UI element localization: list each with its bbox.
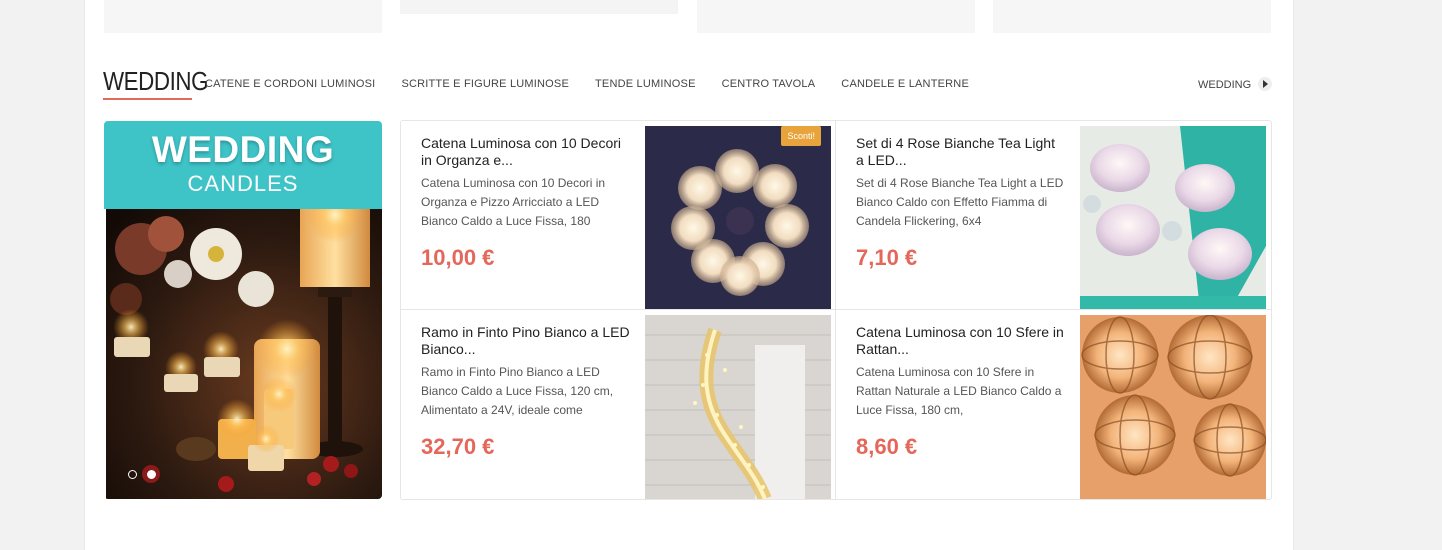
product-description: Set di 4 Rose Bianche Tea Light a LED Bi…: [856, 176, 1064, 228]
category-link-scritte[interactable]: SCRITTE E FIGURE LUMINOSE: [401, 78, 569, 90]
product-description: Ramo in Finto Pino Bianco a LED Bianco C…: [421, 365, 614, 417]
product-image[interactable]: [1080, 126, 1266, 309]
top-product-card[interactable]: [104, 0, 382, 33]
carousel-dot-2[interactable]: [147, 470, 156, 479]
category-link-centro-tavola[interactable]: CENTRO TAVOLA: [722, 78, 816, 90]
pine-branch-image: [645, 315, 831, 499]
category-link-tende[interactable]: TENDE LUMINOSE: [595, 78, 696, 90]
section-title-underline: [103, 98, 192, 100]
carousel-dot-1[interactable]: [128, 470, 137, 479]
promo-banner[interactable]: WEDDING CANDLES: [104, 121, 382, 499]
product-price: 32,70 €: [421, 434, 495, 459]
banner-candles-photo: [106, 209, 382, 499]
banner-subtitle: CANDLES: [187, 171, 299, 196]
product-price: 7,10 €: [856, 245, 918, 270]
product-title[interactable]: Set di 4 Rose Bianche Tea Light a LED...: [856, 135, 1066, 169]
product-image[interactable]: [1080, 315, 1266, 499]
view-all-link[interactable]: WEDDING: [1198, 77, 1273, 92]
category-nav: CATENE E CORDONI LUMINOSI SCRITTE E FIGU…: [205, 78, 995, 90]
organza-garland-image: [645, 126, 831, 309]
product-title[interactable]: Catena Luminosa con 10 Sfere in Rattan..…: [856, 324, 1066, 358]
banner-title: WEDDING: [151, 129, 335, 170]
top-product-card[interactable]: [400, 0, 678, 14]
discount-badge: Sconti!: [781, 126, 821, 146]
chevron-right-icon: [1258, 77, 1273, 91]
product-grid: Catena Luminosa con 10 Decori in Organza…: [400, 120, 1272, 500]
rose-tealights-image: [1080, 126, 1266, 309]
product-title[interactable]: Catena Luminosa con 10 Decori in Organza…: [421, 135, 631, 169]
product-card: Set di 4 Rose Bianche Tea Light a LED...…: [836, 121, 1270, 309]
product-price: 10,00 €: [421, 245, 495, 270]
view-all-label: WEDDING: [1198, 79, 1252, 91]
product-image[interactable]: Sconti!: [645, 126, 831, 309]
carousel-dots: [128, 470, 166, 479]
rattan-balls-image: [1080, 315, 1266, 499]
banner-header: WEDDING CANDLES: [104, 121, 382, 209]
product-card: Catena Luminosa con 10 Sfere in Rattan..…: [836, 310, 1270, 499]
product-price: 8,60 €: [856, 434, 918, 459]
product-card: Catena Luminosa con 10 Decori in Organza…: [401, 121, 835, 309]
product-description: Catena Luminosa con 10 Decori in Organza…: [421, 176, 606, 228]
product-card: Ramo in Finto Pino Bianco a LED Bianco..…: [401, 310, 835, 499]
top-product-card[interactable]: [993, 0, 1271, 33]
category-link-candele[interactable]: CANDELE E LANTERNE: [841, 78, 969, 90]
product-title[interactable]: Ramo in Finto Pino Bianco a LED Bianco..…: [421, 324, 631, 358]
product-image[interactable]: [645, 315, 831, 499]
section-title: WEDDING: [103, 66, 209, 96]
top-product-card[interactable]: [697, 0, 975, 33]
product-description: Catena Luminosa con 10 Sfere in Rattan N…: [856, 365, 1062, 417]
category-link-catene[interactable]: CATENE E CORDONI LUMINOSI: [205, 78, 375, 90]
